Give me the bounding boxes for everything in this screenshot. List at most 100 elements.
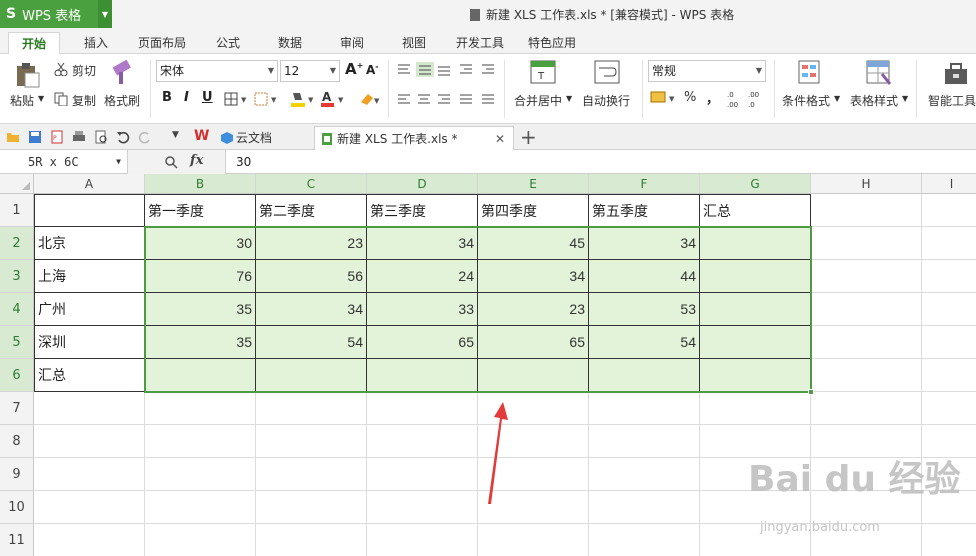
new-tab-button[interactable]: + <box>520 125 537 149</box>
cloud-cube-icon <box>221 132 233 144</box>
print-icon[interactable] <box>72 130 86 144</box>
font-size-select[interactable]: 12 ▼ <box>280 60 340 82</box>
border-icon[interactable]: ▼ <box>224 92 252 106</box>
tab-insert[interactable]: 插入 <box>72 32 120 54</box>
svg-text:▼: ▼ <box>308 96 314 104</box>
bold-button[interactable]: B <box>162 90 172 105</box>
conditional-format-button[interactable]: 条件格式 <box>782 92 830 109</box>
horizontal-align-icons[interactable] <box>396 92 500 108</box>
window-title: 新建 XLS 工作表.xls * [兼容模式] - WPS 表格 <box>470 6 734 23</box>
svg-text:▼: ▼ <box>338 96 344 104</box>
close-icon[interactable]: ✕ <box>495 127 505 151</box>
tab-home[interactable]: 开始 <box>8 32 60 54</box>
chevron-down-icon[interactable]: ▼ <box>902 94 908 103</box>
number-format-select[interactable]: 常规 ▼ <box>648 60 766 82</box>
cut-button[interactable]: 剪切 <box>72 62 96 79</box>
font-grow-button[interactable]: A+ <box>345 60 363 78</box>
open-folder-icon[interactable] <box>6 130 20 144</box>
tab-data[interactable]: 数据 <box>266 32 314 54</box>
svg-text:▼: ▼ <box>271 96 277 104</box>
tab-page-layout[interactable]: 页面布局 <box>130 32 194 54</box>
font-name-select[interactable]: 宋体 ▼ <box>156 60 278 82</box>
format-painter-button[interactable]: 格式刷 <box>104 92 140 109</box>
app-menu-button[interactable]: S WPS 表格 ▼ <box>0 0 112 28</box>
ribbon-separator <box>642 60 643 118</box>
chevron-down-icon[interactable]: ▼ <box>566 94 572 103</box>
copy-button[interactable]: 复制 <box>72 92 96 109</box>
fx-icon[interactable]: fx <box>190 153 203 168</box>
svg-text:.0: .0 <box>748 101 755 109</box>
tab-special[interactable]: 特色应用 <box>520 32 584 54</box>
wrap-text-button[interactable]: 自动换行 <box>582 92 630 109</box>
paste-button[interactable]: 粘贴 <box>10 92 34 109</box>
paste-dropdown-icon[interactable]: ▼ <box>38 94 44 103</box>
percent-button[interactable]: % <box>684 90 696 105</box>
tab-current-document[interactable]: 新建 XLS 工作表.xls * ✕ <box>314 126 514 150</box>
svg-text:P: P <box>53 135 57 142</box>
svg-text:.00: .00 <box>727 101 738 109</box>
italic-button[interactable]: I <box>184 90 189 105</box>
merge-center-button[interactable]: 合并居中 <box>514 92 562 109</box>
print-preview-icon[interactable] <box>94 130 108 144</box>
quick-access-bar: P ▼ W 云文档 新建 XLS 工作表.xls * ✕ + <box>0 124 976 150</box>
chevron-down-icon: ▼ <box>267 66 274 75</box>
ribbon-separator <box>150 60 151 118</box>
ribbon-separator <box>916 60 917 118</box>
font-shrink-button[interactable]: A- <box>366 62 379 77</box>
tab-review[interactable]: 审阅 <box>328 32 376 54</box>
toolbox-icon[interactable] <box>944 62 968 86</box>
tab-formula[interactable]: 公式 <box>204 32 252 54</box>
tab-cloud-docs[interactable]: 云文档 <box>214 126 314 150</box>
formula-input[interactable]: 30 <box>236 150 251 174</box>
chevron-down-icon[interactable]: ▼ <box>172 130 179 140</box>
wps-home-icon[interactable]: W <box>194 128 209 144</box>
name-box[interactable]: 5R x 6C ▼ <box>0 150 128 174</box>
decimal-icons[interactable]: .0 .00 .00 .0 <box>726 88 770 110</box>
svg-text:▼: ▼ <box>241 96 247 104</box>
vertical-align-icons[interactable] <box>396 62 500 78</box>
table-style-icon[interactable] <box>866 60 892 86</box>
smart-tools-button[interactable]: 智能工具 <box>928 92 976 109</box>
paste-icon[interactable] <box>14 62 40 88</box>
zoom-icon[interactable] <box>164 155 178 169</box>
svg-text:.0: .0 <box>727 91 734 99</box>
document-icon <box>470 9 480 21</box>
fill-color-icon[interactable]: ▼ <box>290 90 318 108</box>
formula-tools: fx <box>128 150 226 174</box>
svg-text:▼: ▼ <box>374 97 380 105</box>
svg-text:T: T <box>537 71 545 82</box>
tab-view[interactable]: 视图 <box>390 32 438 54</box>
font-color-icon[interactable]: A ▼ <box>320 90 348 108</box>
save-icon[interactable] <box>28 130 42 144</box>
export-pdf-icon[interactable]: P <box>50 130 64 144</box>
format-painter-icon[interactable] <box>110 60 134 86</box>
table-style-button[interactable]: 表格样式 <box>850 92 898 109</box>
chevron-down-icon: ▼ <box>116 157 121 166</box>
undo-icon[interactable] <box>116 130 130 144</box>
menu-bar: 开始 插入 页面布局 公式 数据 审阅 视图 开发工具 特色应用 <box>0 28 976 54</box>
ribbon-separator <box>388 60 389 118</box>
clear-format-icon[interactable]: ▼ <box>358 90 382 108</box>
svg-text:A: A <box>322 90 332 104</box>
conditional-format-icon[interactable] <box>798 60 822 86</box>
chevron-down-icon[interactable]: ▼ <box>834 94 840 103</box>
redo-icon[interactable] <box>138 130 152 144</box>
scissors-icon[interactable] <box>54 62 68 76</box>
baidu-watermark: Bai du 经验 <box>748 459 961 500</box>
app-name: WPS 表格 <box>22 8 82 24</box>
tab-developer[interactable]: 开发工具 <box>448 32 512 54</box>
wps-logo-icon: S <box>6 6 17 22</box>
comma-button[interactable]: ， <box>706 88 719 107</box>
wrap-text-icon[interactable] <box>594 60 620 84</box>
ribbon-separator <box>774 60 775 118</box>
chevron-down-icon: ▼ <box>329 66 336 75</box>
currency-icon[interactable]: ▼ <box>650 90 680 106</box>
svg-text:.00: .00 <box>748 91 759 99</box>
formula-bar: 5R x 6C ▼ fx 30 <box>0 150 976 174</box>
chevron-down-icon[interactable]: ▼ <box>98 0 112 28</box>
cell-style-icon[interactable]: ▼ <box>254 92 282 106</box>
title-bar: S WPS 表格 ▼ 新建 XLS 工作表.xls * [兼容模式] - WPS… <box>0 0 976 28</box>
copy-icon[interactable] <box>54 92 68 106</box>
underline-button[interactable]: U <box>202 90 213 105</box>
merge-center-icon[interactable]: T <box>530 60 556 84</box>
